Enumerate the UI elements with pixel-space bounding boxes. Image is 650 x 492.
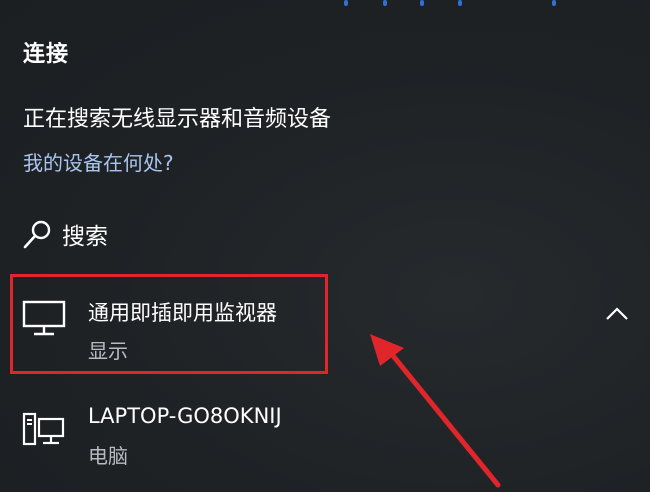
search-button[interactable]: 搜索 (20, 216, 270, 252)
connect-panel: 连接 正在搜索无线显示器和音频设备 我的设备在何处? 搜索 通用即插即用监视器 … (0, 0, 650, 492)
device-item-laptop[interactable]: LAPTOP-GO8OKNIJ 电脑 (12, 388, 632, 480)
device-type: 显示 (88, 339, 128, 363)
chevron-up-icon[interactable] (604, 304, 630, 322)
search-icon (23, 220, 51, 249)
searching-progress-indicator (0, 0, 650, 10)
progress-dot (383, 0, 387, 6)
device-type: 电脑 (88, 444, 128, 468)
search-label: 搜索 (62, 224, 108, 250)
panel-title: 连接 (23, 42, 70, 67)
progress-dot (552, 0, 556, 6)
computer-icon (22, 412, 65, 446)
progress-dot (344, 0, 348, 6)
device-name: 通用即插即用监视器 (88, 301, 277, 325)
where-is-my-device-link[interactable]: 我的设备在何处? (23, 147, 174, 176)
progress-dot (420, 0, 424, 6)
device-name: LAPTOP-GO8OKNIJ (88, 404, 282, 428)
progress-dot (458, 0, 462, 6)
monitor-icon (22, 300, 66, 336)
device-item-monitor[interactable]: 通用即插即用监视器 显示 (12, 275, 632, 375)
search-status-text: 正在搜索无线显示器和音频设备 (23, 107, 332, 132)
